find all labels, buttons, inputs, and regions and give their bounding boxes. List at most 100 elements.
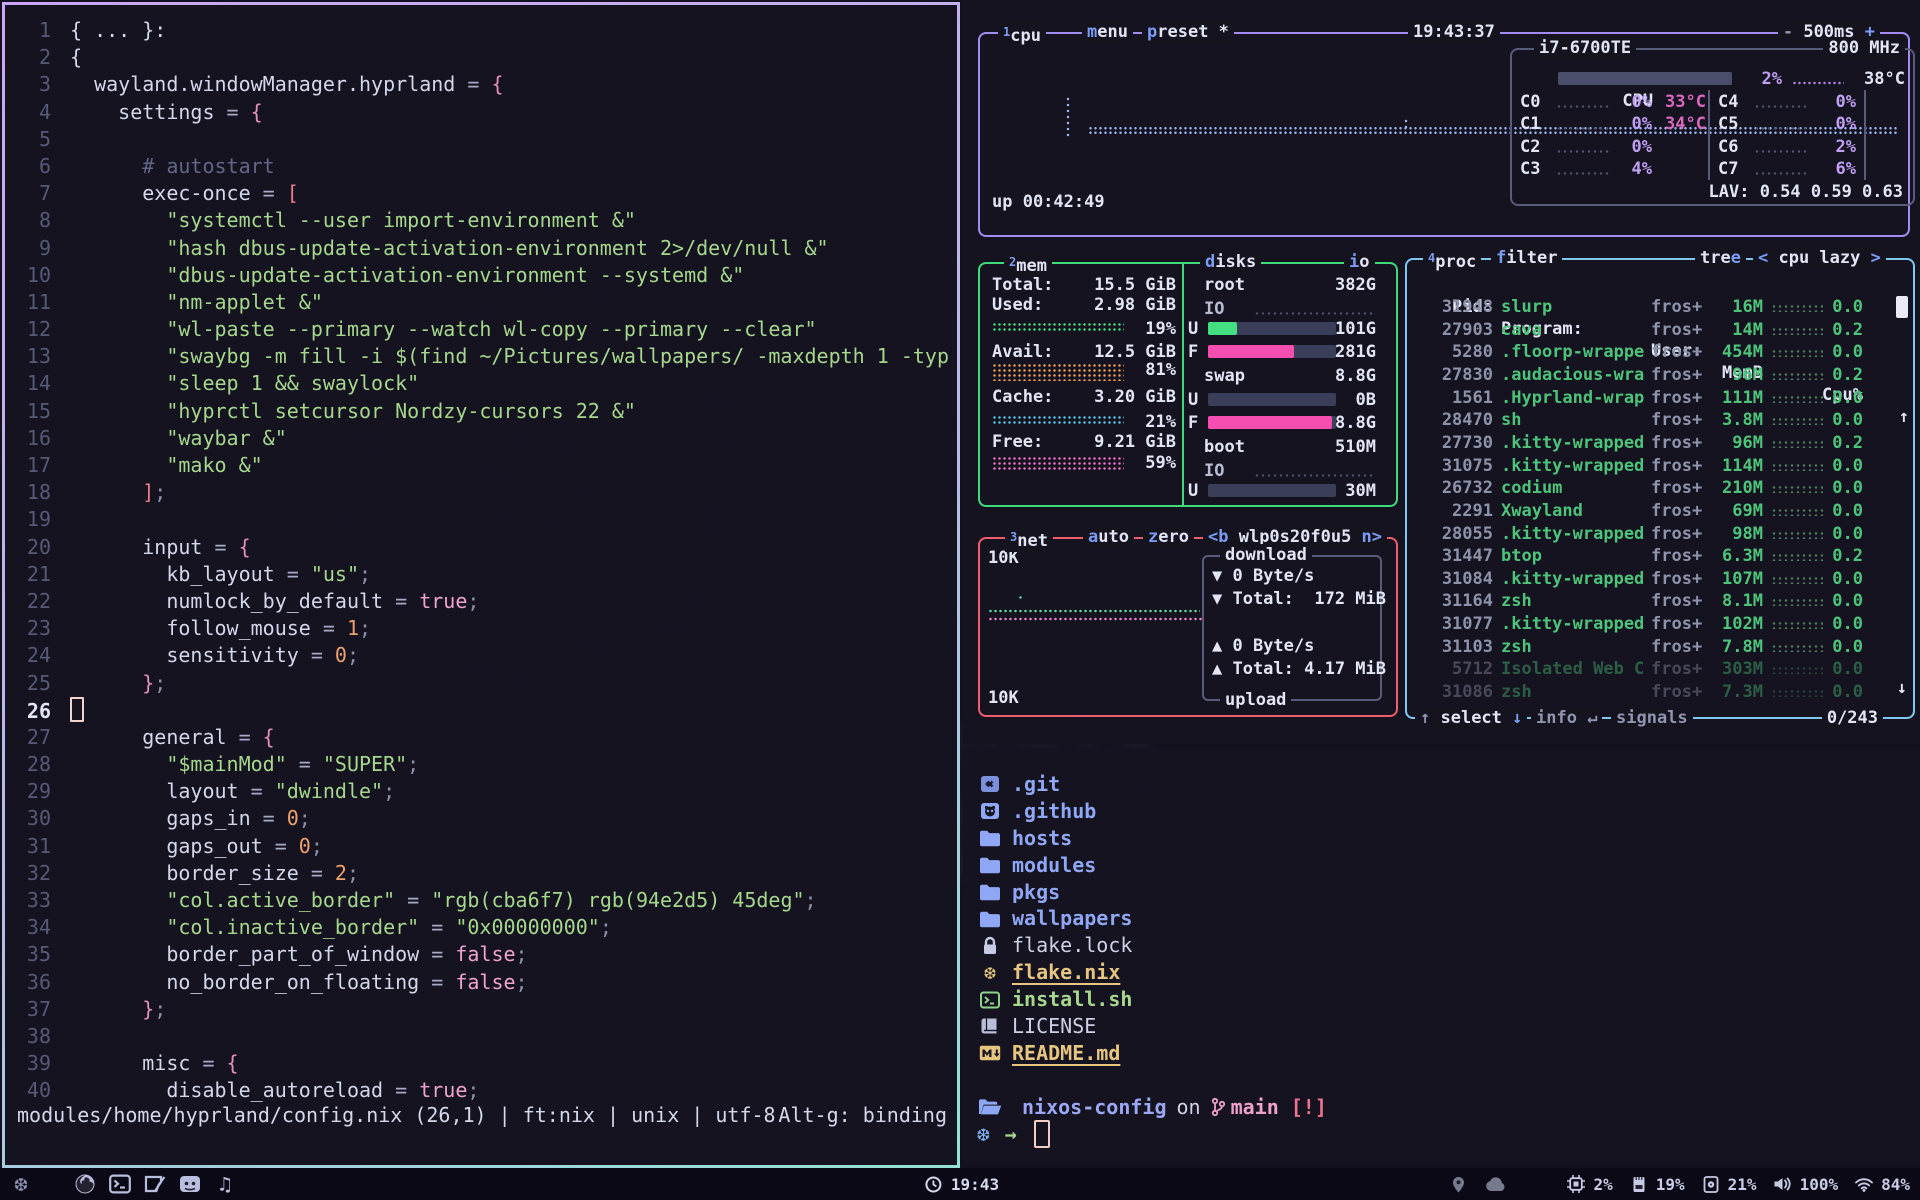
editor-line[interactable]: 26 <box>5 697 957 724</box>
editor-line[interactable]: 33 "col.active_border" = "rgb(cba6f7) rg… <box>5 887 957 914</box>
editor-line[interactable]: 9 "hash dbus-update-activation-environme… <box>5 235 957 262</box>
editor-line[interactable]: 3 wayland.windowManager.hyprland = { <box>5 71 957 98</box>
process-row[interactable]: 28055.kitty-wrappedfros+98M0.0 <box>1407 523 1913 545</box>
editor-line[interactable]: 38 <box>5 1023 957 1050</box>
editor-line[interactable]: 12 "wl-paste --primary --watch wl-copy -… <box>5 316 957 343</box>
process-row[interactable]: 1561.Hyprland-wrapfros+111M0.0 <box>1407 387 1913 409</box>
status-volume[interactable]: 100% <box>1771 1172 1839 1196</box>
editor-line[interactable]: 28 "$mainMod" = "SUPER"; <box>5 751 957 778</box>
editor-line[interactable]: 8 "systemctl --user import-environment &… <box>5 207 957 234</box>
editor-line[interactable]: 16 "waybar &" <box>5 425 957 452</box>
editor-line[interactable]: 13 "swaybg -m fill -i $(find ~/Pictures/… <box>5 343 957 370</box>
process-row[interactable]: 31086zshfros+7.3M0.0 <box>1407 681 1913 703</box>
scroll-down-icon[interactable]: ↓ <box>1897 678 1907 698</box>
line-number: 30 <box>5 805 51 832</box>
taskbar-clock[interactable]: 19:43 <box>921 1172 999 1196</box>
code-text: follow_mouse = 1; <box>70 616 371 640</box>
editor-line[interactable]: 32 border_size = 2; <box>5 860 957 887</box>
editor-line[interactable]: 10 "dbus-update-activation-environment -… <box>5 262 957 289</box>
firefox-icon[interactable] <box>73 1172 97 1196</box>
line-number: 6 <box>5 153 51 180</box>
process-row[interactable]: 31948slurpfros+16M0.0 <box>1407 296 1913 318</box>
status-value: 84% <box>1881 1175 1910 1194</box>
proc-scrollbar[interactable] <box>1896 296 1908 318</box>
process-row[interactable]: 27830.audacious-wrafros+96M0.2 <box>1407 364 1913 386</box>
editor-line[interactable]: 7 exec-once = [ <box>5 180 957 207</box>
editor-buffer[interactable]: 1{ ... }:2{3 wayland.windowManager.hyprl… <box>5 17 957 1105</box>
notes-icon[interactable] <box>143 1172 167 1196</box>
editor-line[interactable]: 31 gaps_out = 0; <box>5 833 957 860</box>
editor-line[interactable]: 6 # autostart <box>5 153 957 180</box>
process-row[interactable]: 31077.kitty-wrappedfros+102M0.0 <box>1407 613 1913 635</box>
preset-button[interactable]: preset * <box>1142 21 1234 43</box>
editor-line[interactable]: 36 no_border_on_floating = false; <box>5 969 957 996</box>
discord-icon[interactable] <box>178 1172 202 1196</box>
prompt-directory: nixos-config <box>1022 1094 1167 1121</box>
editor-line[interactable]: 5 <box>5 126 957 153</box>
code-text: numlock_by_default = true; <box>70 589 479 613</box>
status-wifi[interactable]: 84% <box>1852 1172 1910 1196</box>
btop-net-box: 3net auto zero <b wlp0s20f0u5 n> 10K 10K… <box>978 537 1398 717</box>
editor-line[interactable]: 34 "col.inactive_border" = "0x00000000"; <box>5 914 957 941</box>
editor-line[interactable]: 2{ <box>5 44 957 71</box>
process-row[interactable]: 26732codiumfros+210M0.0 <box>1407 477 1913 499</box>
editor-line[interactable]: 22 numlock_by_default = true; <box>5 588 957 615</box>
process-row[interactable]: 31103zshfros+7.8M0.0 <box>1407 636 1913 658</box>
process-row[interactable]: 2291Xwaylandfros+69M0.0 <box>1407 500 1913 522</box>
proc-tree-button[interactable]: tree <box>1695 247 1746 269</box>
proc-box-title[interactable]: 4proc <box>1423 247 1481 273</box>
editor-line[interactable]: 15 "hyprctl setcursor Nordzy-cursors 22 … <box>5 398 957 425</box>
editor-line[interactable]: 19 <box>5 506 957 533</box>
shell-input-line[interactable]: ❆→ <box>977 1121 1327 1148</box>
proc-sort-control[interactable]: < cpu lazy > <box>1753 247 1886 269</box>
editor-line[interactable]: 23 follow_mouse = 1; <box>5 615 957 642</box>
editor-line[interactable]: 17 "mako &" <box>5 452 957 479</box>
cloud-icon[interactable] <box>1484 1172 1508 1196</box>
proc-filter-button[interactable]: filter <box>1491 247 1562 269</box>
editor-line[interactable]: 20 input = { <box>5 534 957 561</box>
editor-line[interactable]: 11 "nm-applet &" <box>5 289 957 316</box>
terminal-window[interactable]: .git.githubhostsmodulespkgswallpapersfla… <box>963 748 1920 1163</box>
editor-line[interactable]: 37 }; <box>5 996 957 1023</box>
nix-logo-icon[interactable]: ❆ <box>9 1172 33 1196</box>
editor-line[interactable]: 1{ ... }: <box>5 17 957 44</box>
music-icon[interactable]: ♫ <box>213 1172 237 1196</box>
editor-line[interactable]: 4 settings = { <box>5 99 957 126</box>
status-memory[interactable]: 19% <box>1627 1172 1685 1196</box>
cpu-box-title[interactable]: 1cpu <box>998 21 1046 47</box>
code-text: "nm-applet &" <box>70 290 323 314</box>
editor-line[interactable]: 35 border_part_of_window = false; <box>5 941 957 968</box>
status-cpu-chip[interactable]: 2% <box>1564 1172 1612 1196</box>
net-box-title[interactable]: 3net <box>1005 526 1053 552</box>
process-row[interactable]: 5712Isolated Web Cfros+303M0.0 <box>1407 658 1913 680</box>
editor-window[interactable]: 1{ ... }:2{3 wayland.windowManager.hyprl… <box>2 2 960 1168</box>
process-row[interactable]: 27730.kitty-wrappedfros+96M0.2 <box>1407 432 1913 454</box>
editor-line[interactable]: 18 ]; <box>5 479 957 506</box>
editor-line[interactable]: 27 general = { <box>5 724 957 751</box>
process-row[interactable]: 31075.kitty-wrappedfros+114M0.0 <box>1407 455 1913 477</box>
process-row[interactable]: 31084.kitty-wrappedfros+107M0.0 <box>1407 568 1913 590</box>
terminal-icon[interactable] <box>108 1172 132 1196</box>
editor-line[interactable]: 24 sensitivity = 0; <box>5 642 957 669</box>
process-row[interactable]: 5280.floorp-wrappefros+454M0.0 <box>1407 341 1913 363</box>
process-row[interactable]: 27903cavafros+14M0.2 <box>1407 319 1913 341</box>
folder-icon <box>977 881 1003 903</box>
editor-line[interactable]: 29 layout = "dwindle"; <box>5 778 957 805</box>
process-row[interactable]: 31164zshfros+8.1M0.0 <box>1407 590 1913 612</box>
editor-line[interactable]: 21 kb_layout = "us"; <box>5 561 957 588</box>
menu-button[interactable]: menu <box>1082 21 1133 43</box>
process-row[interactable]: 31447btopfros+6.3M0.2 <box>1407 545 1913 567</box>
editor-line[interactable]: 30 gaps_in = 0; <box>5 805 957 832</box>
editor-line[interactable]: 14 "sleep 1 && swaylock" <box>5 370 957 397</box>
net-auto-button[interactable]: auto <box>1083 526 1134 548</box>
status-disk[interactable]: 21% <box>1699 1172 1757 1196</box>
location-pin-icon[interactable] <box>1446 1172 1470 1196</box>
editor-line[interactable]: 25 }; <box>5 670 957 697</box>
net-zero-button[interactable]: zero <box>1143 526 1194 548</box>
disks-box-title[interactable]: disks <box>1200 251 1261 273</box>
mem-box-title[interactable]: 2mem <box>1004 251 1052 277</box>
editor-line[interactable]: 40 disable_autoreload = true; <box>5 1077 957 1104</box>
process-row[interactable]: 28470shfros+3.8M0.0 <box>1407 409 1913 431</box>
editor-line[interactable]: 39 misc = { <box>5 1050 957 1077</box>
disks-io-toggle[interactable]: io <box>1344 251 1375 273</box>
